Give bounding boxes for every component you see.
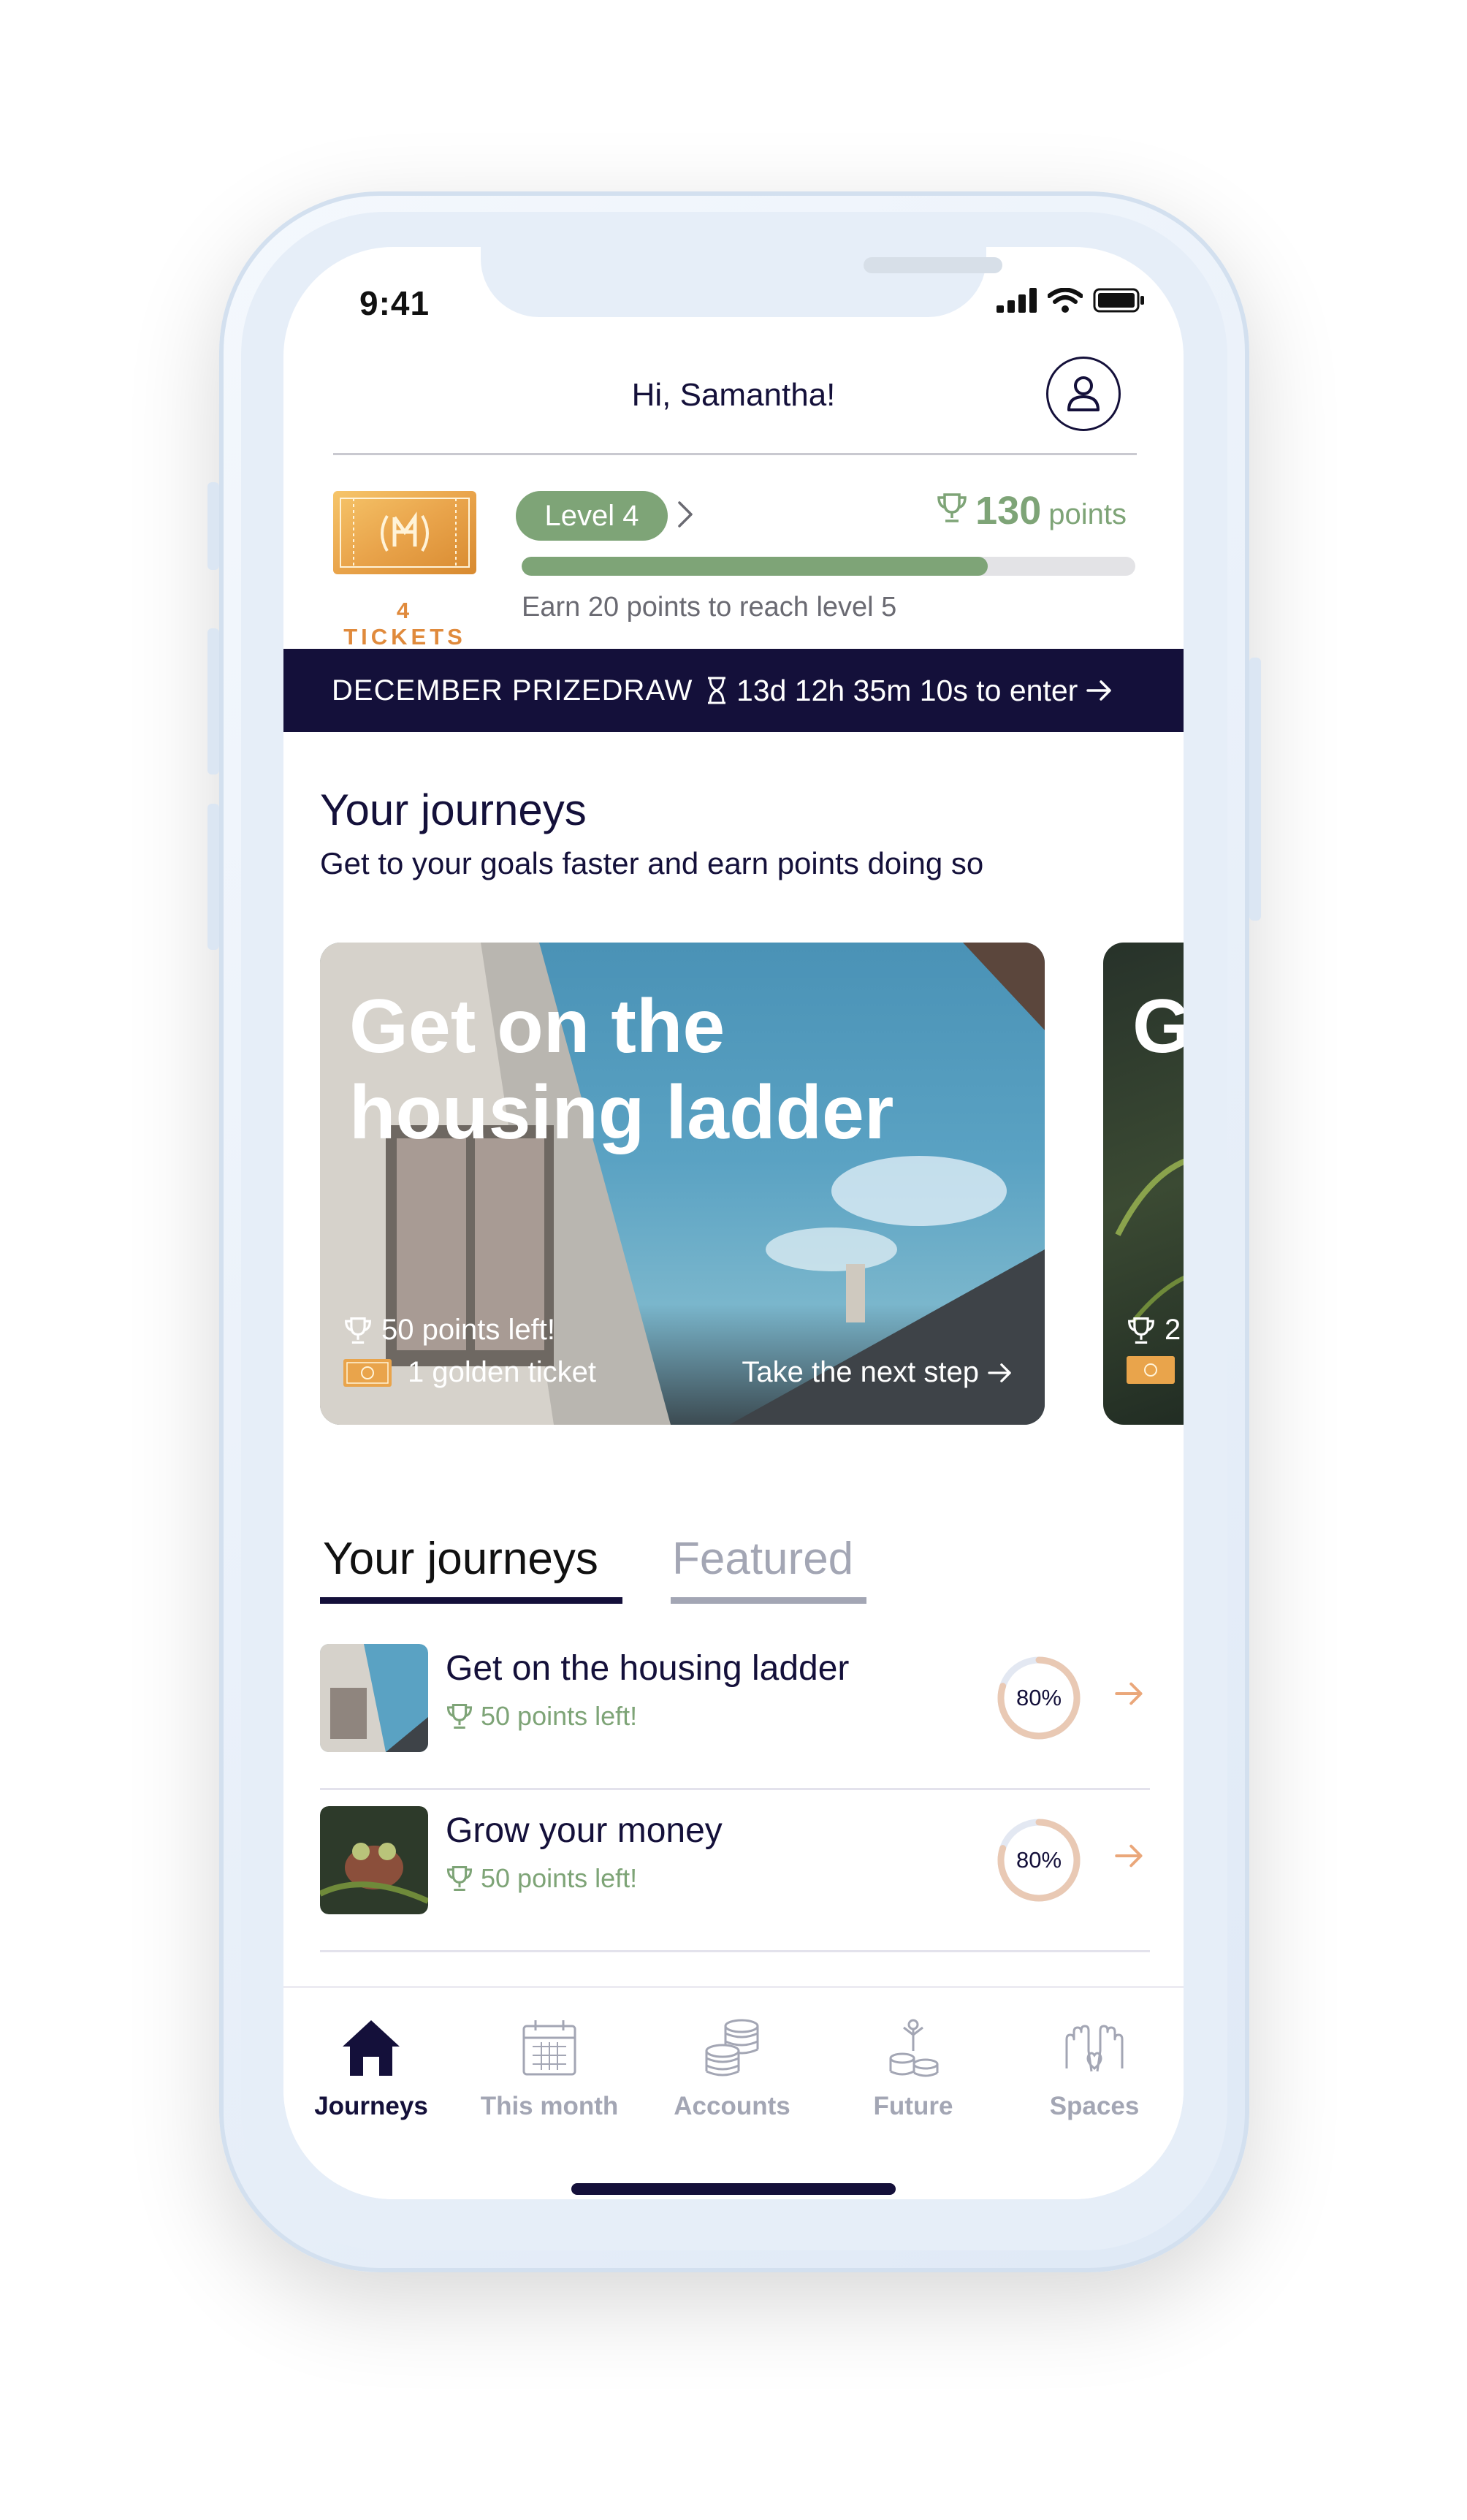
arrow-right-icon[interactable] xyxy=(1115,1843,1144,1869)
arrow-right-icon xyxy=(988,1363,1011,1382)
mute-switch xyxy=(207,482,219,570)
nav-this-month[interactable]: This month xyxy=(462,2017,637,2121)
home-icon xyxy=(343,2020,400,2076)
list-item-points: 50 points left! xyxy=(446,1863,637,1894)
arrow-right-icon[interactable] xyxy=(1115,1680,1144,1707)
list-item-points-text: 50 points left! xyxy=(481,1701,638,1731)
power-button xyxy=(1249,658,1261,921)
nav-spaces[interactable]: Spaces xyxy=(1007,2017,1182,2121)
prize-draw-banner[interactable]: DECEMBER PRIZEDRAW 13d 12h 35m 10s to en… xyxy=(283,649,1184,732)
tab-active-underline xyxy=(320,1597,622,1604)
calendar-icon xyxy=(522,2020,576,2076)
hands-icon xyxy=(1065,2025,1124,2072)
bottom-nav: Journeys This month Accounts Future Spac… xyxy=(283,1986,1184,2199)
card-cta-text: Take the next step xyxy=(742,1356,979,1388)
points-value: 130 xyxy=(975,489,1042,533)
trophy-icon xyxy=(345,1317,371,1344)
level-progress-fill xyxy=(522,557,988,576)
card-points-text: 50 points left! xyxy=(381,1314,555,1346)
notch xyxy=(481,247,1002,317)
trophy-icon xyxy=(446,1865,473,1892)
list-item-points-text: 50 points left! xyxy=(481,1863,638,1893)
list-item-points: 50 points left! xyxy=(446,1701,637,1732)
nav-label: Journeys xyxy=(314,2092,428,2120)
journey-thumbnail xyxy=(320,1806,428,1914)
growth-icon xyxy=(889,2019,939,2077)
header-divider xyxy=(333,453,1137,455)
card-tickets: 1 golden ticket xyxy=(343,1356,596,1389)
battery-icon xyxy=(1093,288,1144,313)
volume-down-button xyxy=(207,804,219,950)
volume-up-button xyxy=(207,628,219,774)
points-unit: points xyxy=(1048,498,1127,530)
prize-draw-countdown: 13d 12h 35m 10s to enter xyxy=(706,674,1113,708)
nav-label: Future xyxy=(873,2092,953,2120)
card-points: 2 xyxy=(1127,1314,1181,1347)
trophy-icon xyxy=(446,1703,473,1729)
profile-button[interactable] xyxy=(1046,357,1121,431)
nav-label: This month xyxy=(480,2092,619,2120)
journey-card-housing[interactable]: Get on the housing ladder 50 points left… xyxy=(320,943,1045,1425)
phone-screen: 9:41 Hi, Samantha! 4 TICKETS Level 4 130… xyxy=(283,247,1184,2199)
level-hint: Earn 20 points to reach level 5 xyxy=(522,592,897,623)
wifi-icon xyxy=(1048,288,1083,313)
points-total: 130 points xyxy=(936,488,1127,533)
nav-accounts[interactable]: Accounts xyxy=(644,2017,820,2121)
list-item[interactable]: Grow your money 50 points left! 80% xyxy=(320,1790,1150,1952)
list-item-title: Get on the housing ladder xyxy=(446,1649,850,1688)
card-title: Get on the housing ladder xyxy=(349,984,894,1155)
chevron-right-icon[interactable] xyxy=(677,500,694,529)
card-tickets xyxy=(1127,1356,1175,1384)
nav-journeys[interactable]: Journeys xyxy=(283,2017,459,2121)
coins-icon xyxy=(705,2019,759,2076)
tab-your-journeys[interactable]: Your journeys xyxy=(323,1533,598,1585)
nav-label: Spaces xyxy=(1049,2092,1140,2120)
journeys-subtitle: Get to your goals faster and earn points… xyxy=(320,846,984,880)
journey-card-next[interactable]: G 2 xyxy=(1103,943,1184,1425)
golden-ticket-icon xyxy=(343,1358,392,1387)
user-icon xyxy=(1067,376,1100,411)
status-time: 9:41 xyxy=(359,284,430,322)
card-next-step-link[interactable]: Take the next step xyxy=(742,1356,1013,1389)
prize-draw-title: DECEMBER PRIZEDRAW xyxy=(332,674,693,707)
nav-label: Accounts xyxy=(674,2092,790,2120)
hourglass-icon xyxy=(708,677,725,704)
tab-featured[interactable]: Featured xyxy=(672,1533,853,1585)
progress-percent: 80% xyxy=(1016,1847,1062,1873)
card-points-text: 2 xyxy=(1165,1314,1181,1346)
trophy-icon xyxy=(1128,1317,1154,1344)
journeys-heading: Your journeys xyxy=(320,785,587,834)
signal-icon xyxy=(997,288,1037,313)
trophy-icon xyxy=(937,493,967,522)
list-item-title: Grow your money xyxy=(446,1811,723,1850)
home-indicator xyxy=(571,2183,896,2195)
tickets-count: 4 TICKETS xyxy=(343,598,466,650)
golden-ticket-icon xyxy=(1127,1356,1175,1384)
level-progress-bar xyxy=(522,557,1135,576)
card-title: G xyxy=(1132,984,1184,1069)
card-points: 50 points left! xyxy=(343,1314,555,1347)
card-tickets-text: 1 golden ticket xyxy=(408,1356,596,1388)
arrow-right-icon xyxy=(1086,680,1112,701)
journey-thumbnail xyxy=(320,1644,428,1752)
countdown-text: 13d 12h 35m 10s to enter xyxy=(736,673,1078,707)
list-item[interactable]: Get on the housing ladder 50 points left… xyxy=(320,1628,1150,1790)
golden-ticket-icon[interactable] xyxy=(333,491,476,574)
status-icons xyxy=(997,288,1146,313)
progress-percent: 80% xyxy=(1016,1685,1062,1710)
level-badge[interactable]: Level 4 xyxy=(516,491,668,541)
speaker xyxy=(864,257,1002,273)
tab-inactive-underline xyxy=(671,1597,866,1604)
nav-future[interactable]: Future xyxy=(826,2017,1001,2121)
